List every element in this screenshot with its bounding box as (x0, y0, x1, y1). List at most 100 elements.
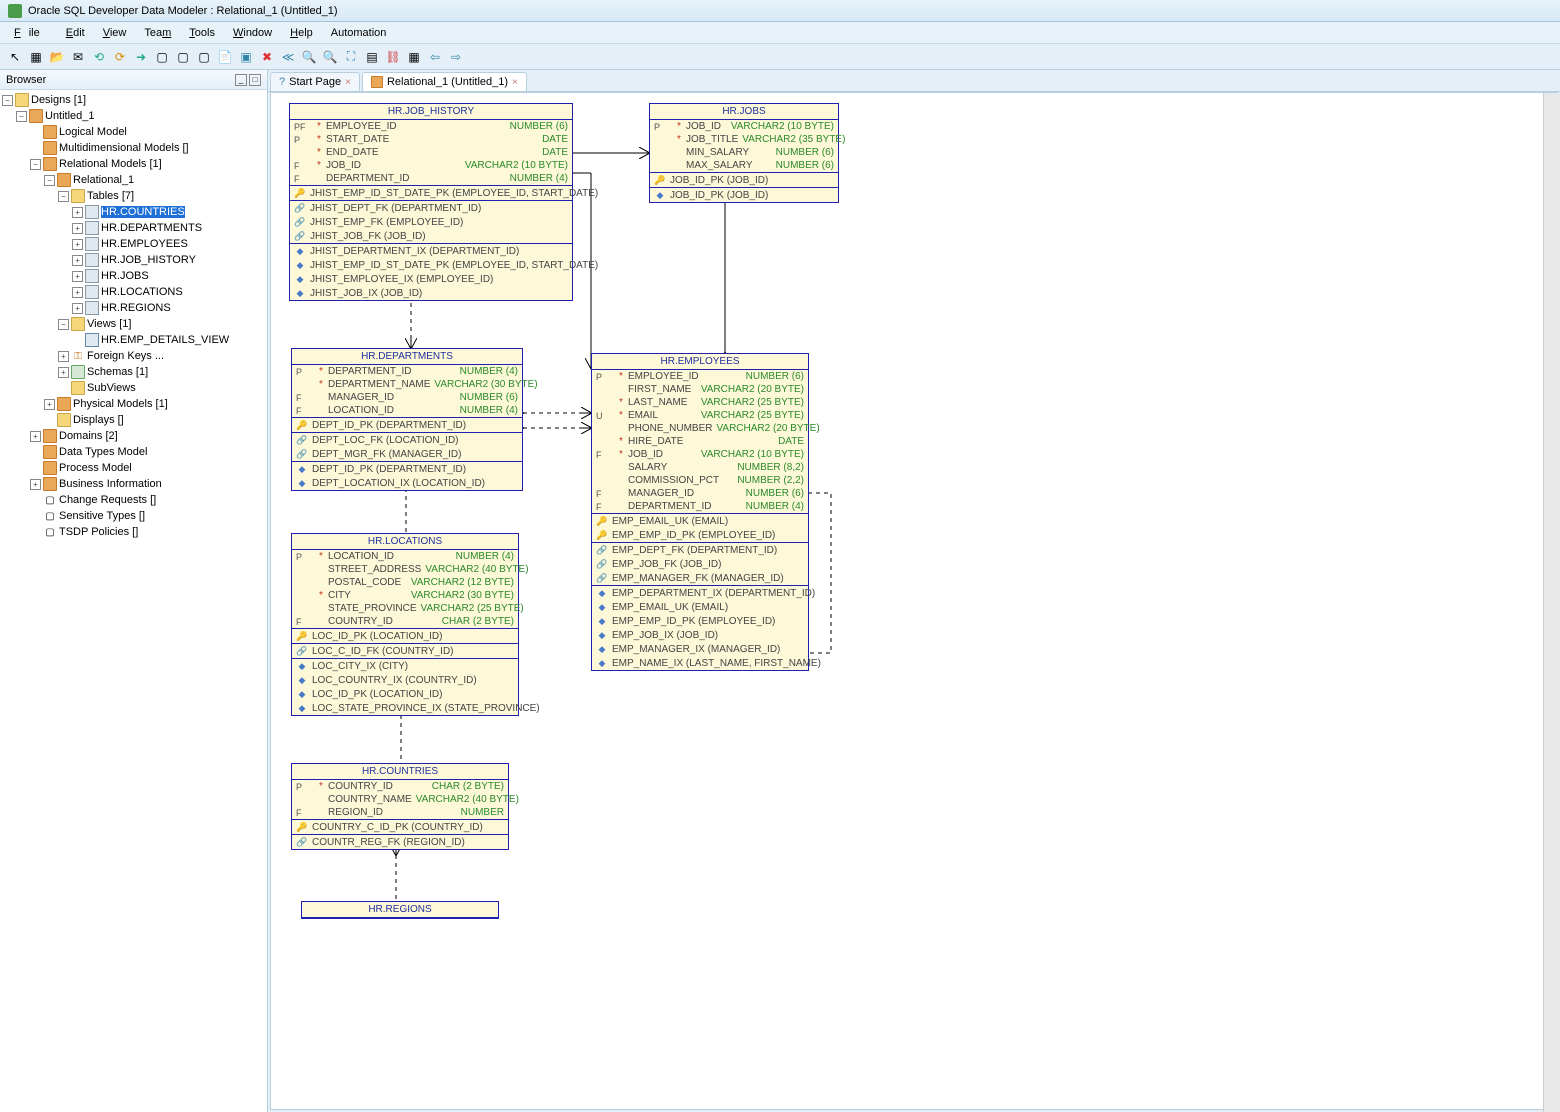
expand-icon[interactable]: + (30, 479, 41, 490)
expand-icon[interactable]: − (16, 111, 27, 122)
menu-file[interactable]: File (6, 25, 56, 41)
menu-view[interactable]: View (95, 25, 135, 41)
expand-icon[interactable]: − (30, 159, 41, 170)
tool-zoomout-icon[interactable]: 🔍 (321, 48, 339, 66)
tree-multidim[interactable]: Multidimensional Models [] (59, 142, 189, 154)
tool-refresh-icon[interactable]: ⟲ (90, 48, 108, 66)
expand-icon[interactable]: + (72, 303, 83, 314)
tool-arrow-icon[interactable]: ➜ (132, 48, 150, 66)
expand-icon[interactable]: + (72, 271, 83, 282)
tool-pointer-icon[interactable]: ↖ (6, 48, 24, 66)
tool-db-icon[interactable]: ▤ (363, 48, 381, 66)
tree-designs[interactable]: Designs [1] (31, 94, 86, 106)
folder-icon (15, 93, 29, 107)
tool-fit-icon[interactable]: ⛶ (342, 48, 360, 66)
tree-changereq[interactable]: Change Requests [] (59, 494, 156, 506)
tool-new-icon[interactable]: 📄 (216, 48, 234, 66)
tree-dtmodel[interactable]: Data Types Model (59, 446, 147, 458)
browser-tree[interactable]: −Designs [1] −Untitled_1 Logical Model M… (0, 90, 267, 1112)
tree-domains[interactable]: Domains [2] (59, 430, 118, 442)
expand-icon[interactable]: + (30, 431, 41, 442)
entity-title: HR.EMPLOYEES (592, 354, 808, 370)
tree-procmodel[interactable]: Process Model (59, 462, 132, 474)
table-icon (85, 285, 99, 299)
tree-physmodels[interactable]: Physical Models [1] (73, 398, 168, 410)
tool-open-icon[interactable]: 📂 (48, 48, 66, 66)
tool-fwd-icon[interactable]: ⇨ (447, 48, 465, 66)
close-icon[interactable]: × (345, 77, 351, 88)
expand-icon[interactable]: + (72, 207, 83, 218)
menu-window[interactable]: Window (225, 25, 280, 41)
entity-regions[interactable]: HR.REGIONS (301, 901, 499, 919)
tool-link-icon[interactable]: ⛓ (384, 48, 402, 66)
tool-grid-icon[interactable]: ▦ (27, 48, 45, 66)
tool-img-icon[interactable]: ▣ (237, 48, 255, 66)
expand-icon[interactable]: + (72, 287, 83, 298)
close-icon[interactable]: × (512, 77, 518, 88)
model-icon (57, 397, 71, 411)
key-row: 🔗DEPT_MGR_FK (MANAGER_ID) (292, 447, 522, 461)
minimize-icon[interactable]: _ (235, 74, 247, 86)
tree-subviews[interactable]: SubViews (87, 382, 136, 394)
tree-relmodels[interactable]: Relational Models [1] (59, 158, 162, 170)
maximize-icon[interactable]: □ (249, 74, 261, 86)
tree-empdetview[interactable]: HR.EMP_DETAILS_VIEW (101, 334, 229, 346)
tree-regions[interactable]: HR.REGIONS (101, 302, 171, 314)
tool-sync-icon[interactable]: ⟳ (111, 48, 129, 66)
entity-jobs[interactable]: HR.JOBS P*JOB_IDVARCHAR2 (10 BYTE)*JOB_T… (649, 103, 839, 203)
tool-doc1-icon[interactable]: ▢ (153, 48, 171, 66)
menu-automation[interactable]: Automation (323, 25, 395, 41)
expand-icon[interactable]: − (58, 319, 69, 330)
tree-countries[interactable]: HR.COUNTRIES (101, 206, 185, 218)
tree-untitled[interactable]: Untitled_1 (45, 110, 95, 122)
tree-views[interactable]: Views [1] (87, 318, 131, 330)
menu-team[interactable]: Team (136, 25, 179, 41)
tree-logical[interactable]: Logical Model (59, 126, 127, 138)
tree-locations[interactable]: HR.LOCATIONS (101, 286, 183, 298)
tree-employees[interactable]: HR.EMPLOYEES (101, 238, 188, 250)
tool-mail-icon[interactable]: ✉ (69, 48, 87, 66)
tool-prev-icon[interactable]: ≪ (279, 48, 297, 66)
column-row: SALARYNUMBER (8,2) (592, 461, 808, 474)
tree-fkeys[interactable]: Foreign Keys ... (87, 350, 164, 362)
tool-doc2-icon[interactable]: ▢ (174, 48, 192, 66)
tree-tsdp[interactable]: TSDP Policies [] (59, 526, 138, 538)
tree-rel1[interactable]: Relational_1 (73, 174, 134, 186)
tool-delete-icon[interactable]: ✖ (258, 48, 276, 66)
folder-icon (71, 381, 85, 395)
expand-icon[interactable]: − (2, 95, 13, 106)
expand-icon[interactable]: + (72, 255, 83, 266)
entity-employees[interactable]: HR.EMPLOYEES P*EMPLOYEE_IDNUMBER (6)FIRS… (591, 353, 809, 671)
tab-relational[interactable]: Relational_1 (Untitled_1)× (362, 72, 527, 91)
expand-icon[interactable]: + (72, 223, 83, 234)
tree-schemas[interactable]: Schemas [1] (87, 366, 148, 378)
tab-startpage[interactable]: ?Start Page× (270, 72, 360, 91)
expand-icon[interactable]: + (58, 351, 69, 362)
expand-icon[interactable]: + (44, 399, 55, 410)
tool-zoomin-icon[interactable]: 🔍 (300, 48, 318, 66)
menu-tools[interactable]: Tools (181, 25, 223, 41)
tree-displays[interactable]: Displays [] (73, 414, 124, 426)
entity-countries[interactable]: HR.COUNTRIES P*COUNTRY_IDCHAR (2 BYTE)CO… (291, 763, 509, 850)
tree-jobs[interactable]: HR.JOBS (101, 270, 149, 282)
entity-locations[interactable]: HR.LOCATIONS P*LOCATION_IDNUMBER (4)STRE… (291, 533, 519, 716)
menu-edit[interactable]: Edit (58, 25, 93, 41)
tree-jobhist[interactable]: HR.JOB_HISTORY (101, 254, 196, 266)
tab-start-label: Start Page (289, 76, 341, 88)
expand-icon[interactable]: + (72, 239, 83, 250)
entity-departments[interactable]: HR.DEPARTMENTS P*DEPARTMENT_IDNUMBER (4)… (291, 348, 523, 491)
tool-back-icon[interactable]: ⇦ (426, 48, 444, 66)
tree-sensitive[interactable]: Sensitive Types [] (59, 510, 145, 522)
entity-jobhistory[interactable]: HR.JOB_HISTORY PF*EMPLOYEE_IDNUMBER (6)P… (289, 103, 573, 301)
diagram-canvas[interactable]: HR.JOB_HISTORY PF*EMPLOYEE_IDNUMBER (6)P… (270, 92, 1558, 1110)
tree-tables[interactable]: Tables [7] (87, 190, 134, 202)
scrollbar[interactable] (1543, 93, 1560, 1112)
tool-doc3-icon[interactable]: ▢ (195, 48, 213, 66)
expand-icon[interactable]: + (58, 367, 69, 378)
tree-departments[interactable]: HR.DEPARTMENTS (101, 222, 202, 234)
tool-layout-icon[interactable]: ▦ (405, 48, 423, 66)
expand-icon[interactable]: − (58, 191, 69, 202)
tree-bizinfo[interactable]: Business Information (59, 478, 162, 490)
expand-icon[interactable]: − (44, 175, 55, 186)
menu-help[interactable]: Help (282, 25, 321, 41)
